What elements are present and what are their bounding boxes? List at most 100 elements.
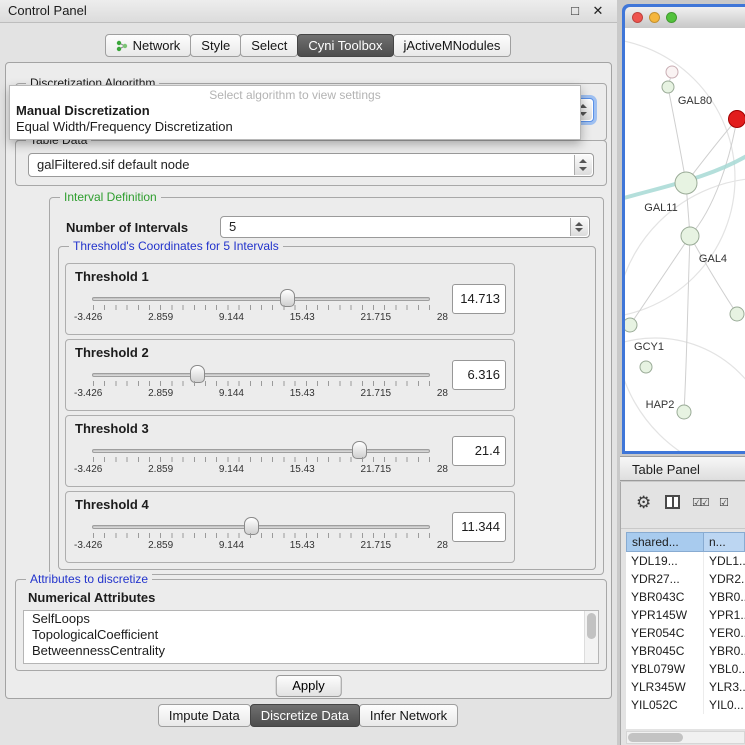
table-row[interactable]: YER054CYER0...	[626, 624, 745, 642]
numerical-attributes-list[interactable]: SelfLoops TopologicalCoefficient Between…	[23, 610, 599, 664]
table-header-row: shared... n...	[626, 532, 745, 552]
table-data-group: Table Data galFiltered.sif default node	[15, 140, 607, 186]
cell-shared-name[interactable]: YER054C	[626, 624, 704, 642]
cell-name[interactable]: YBL0...	[704, 660, 745, 678]
node-label-gal4: GAL4	[699, 253, 727, 265]
minimize-traffic-light-icon[interactable]	[649, 12, 660, 23]
node-attribute-table: shared... n... YDL19...YDL1... YDR27...Y…	[626, 532, 745, 729]
table-row[interactable]: YDL19...YDL1...	[626, 552, 745, 570]
threshold-4-panel: Threshold 4 -3.426 2.859 9.144 15.43 21.…	[65, 491, 515, 563]
node-gal4[interactable]	[681, 227, 699, 245]
dropdown-option-manual-discretization[interactable]: Manual Discretization	[10, 103, 580, 119]
gear-icon[interactable]: ⚙	[636, 493, 651, 513]
table-row[interactable]: YDR27...YDR2...	[626, 570, 745, 588]
scrollbar-thumb[interactable]	[628, 733, 683, 742]
column-header-name[interactable]: n...	[704, 532, 745, 552]
cell-shared-name[interactable]: YIL052C	[626, 696, 704, 714]
tab-label: Infer Network	[370, 708, 447, 723]
table-row[interactable]: YPR145WYPR1...	[626, 606, 745, 624]
node-hap2[interactable]	[677, 405, 691, 419]
network-canvas[interactable]: GAL80 GAL11 GAL4 GCY1 HAP2	[625, 28, 745, 451]
threshold-2-panel: Threshold 2 -3.426 2.859 9.144 15.43 21.…	[65, 339, 515, 411]
table-row[interactable]: YLR345WYLR3...	[626, 678, 745, 696]
number-of-intervals-combobox[interactable]: 5	[220, 216, 590, 238]
cell-name[interactable]: YER0...	[704, 624, 745, 642]
tab-cyni-toolbox[interactable]: Cyni Toolbox	[297, 34, 393, 57]
table-row[interactable]: YIL052CYIL0...	[626, 696, 745, 714]
slider-scale: -3.426 2.859 9.144 15.43 21.715 28	[74, 464, 448, 475]
cell-name[interactable]: YPR1...	[704, 606, 745, 624]
cell-shared-name[interactable]: YDR27...	[626, 570, 704, 588]
columns-icon[interactable]	[665, 495, 680, 509]
cell-name[interactable]: YIL0...	[704, 696, 745, 714]
tab-network[interactable]: Network	[105, 34, 192, 57]
cell-shared-name[interactable]: YPR145W	[626, 606, 704, 624]
slider-track[interactable]	[92, 373, 430, 377]
float-window-icon[interactable]: □	[566, 0, 584, 22]
cell-name[interactable]: YBR0...	[704, 642, 745, 660]
node-gal11[interactable]	[675, 172, 697, 194]
tab-infer-network[interactable]: Infer Network	[359, 704, 458, 727]
list-vertical-scrollbar[interactable]	[584, 611, 598, 663]
cell-shared-name[interactable]: YLR345W	[626, 678, 704, 696]
apply-button[interactable]: Apply	[275, 675, 342, 697]
window-title: Control Panel	[8, 0, 87, 22]
tab-discretize-data[interactable]: Discretize Data	[250, 704, 360, 727]
node-red[interactable]	[729, 111, 745, 128]
top-tab-bar: Network Style Select Cyni Toolbox jActiv…	[0, 34, 617, 57]
threshold-value-field[interactable]: 6.316	[452, 360, 506, 390]
combo-stepper-icon[interactable]	[570, 218, 588, 236]
cell-name[interactable]: YDL1...	[704, 552, 745, 570]
cyni-settings-panel: Discretization Algorithm Select algorith…	[5, 62, 612, 699]
table-horizontal-scrollbar[interactable]	[626, 731, 745, 744]
cell-shared-name[interactable]: YBL079W	[626, 660, 704, 678]
table-row[interactable]: YBR045CYBR0...	[626, 642, 745, 660]
slider-track[interactable]	[92, 449, 430, 453]
node[interactable]	[640, 361, 652, 373]
tab-jactivemnodules[interactable]: jActiveMNodules	[393, 34, 512, 57]
node[interactable]	[662, 81, 674, 93]
select-all-checkbox-icon[interactable]: ☑☑	[692, 496, 708, 509]
combo-stepper-icon[interactable]	[574, 155, 592, 175]
table-row[interactable]: YBR043CYBR0...	[626, 588, 745, 606]
node-gcy1[interactable]	[625, 318, 637, 332]
slider-track[interactable]	[92, 297, 430, 301]
slider-ticks	[93, 305, 432, 310]
zoom-traffic-light-icon[interactable]	[666, 12, 677, 23]
scrollbar-thumb[interactable]	[587, 613, 596, 639]
list-item[interactable]: TopologicalCoefficient	[24, 627, 598, 643]
threshold-value-field[interactable]: 21.4	[452, 436, 506, 466]
tab-impute-data[interactable]: Impute Data	[158, 704, 251, 727]
slider-track[interactable]	[92, 525, 430, 529]
dropdown-option-equal-width-frequency[interactable]: Equal Width/Frequency Discretization	[10, 119, 580, 135]
column-header-shared-name[interactable]: shared...	[626, 532, 704, 552]
cell-name[interactable]: YBR0...	[704, 588, 745, 606]
list-item[interactable]: BetweennessCentrality	[24, 643, 598, 659]
tab-style[interactable]: Style	[190, 34, 241, 57]
tab-select[interactable]: Select	[240, 34, 298, 57]
cell-shared-name[interactable]: YBR043C	[626, 588, 704, 606]
scale-tick-label: 2.859	[148, 540, 173, 551]
table-toolbar: ⚙ ☑☑ ☑	[621, 482, 745, 529]
threshold-value-field[interactable]: 11.344	[452, 512, 506, 542]
scale-tick-label: 21.715	[361, 464, 392, 475]
cell-shared-name[interactable]: YBR045C	[626, 642, 704, 660]
scale-tick-label: 2.859	[148, 312, 173, 323]
cell-name[interactable]: YDR2...	[704, 570, 745, 588]
scale-tick-label: 28	[437, 312, 448, 323]
checkbox-icon[interactable]: ☑	[719, 496, 729, 509]
close-traffic-light-icon[interactable]	[632, 12, 643, 23]
node-label-gal80: GAL80	[678, 95, 712, 107]
scale-tick-label: 15.43	[290, 388, 315, 399]
cell-shared-name[interactable]: YDL19...	[626, 552, 704, 570]
close-window-icon[interactable]: ✕	[589, 0, 607, 22]
cell-name[interactable]: YLR3...	[704, 678, 745, 696]
bottom-tab-bar: Impute Data Discretize Data Infer Networ…	[0, 704, 617, 727]
node[interactable]	[730, 307, 744, 321]
threshold-value-field[interactable]: 14.713	[452, 284, 506, 314]
node-label-gcy1: GCY1	[634, 341, 664, 353]
scale-tick-label: -3.426	[74, 312, 102, 323]
table-row[interactable]: YBL079WYBL0...	[626, 660, 745, 678]
table-data-combobox[interactable]: galFiltered.sif default node	[28, 153, 594, 177]
list-item[interactable]: SelfLoops	[24, 611, 598, 627]
